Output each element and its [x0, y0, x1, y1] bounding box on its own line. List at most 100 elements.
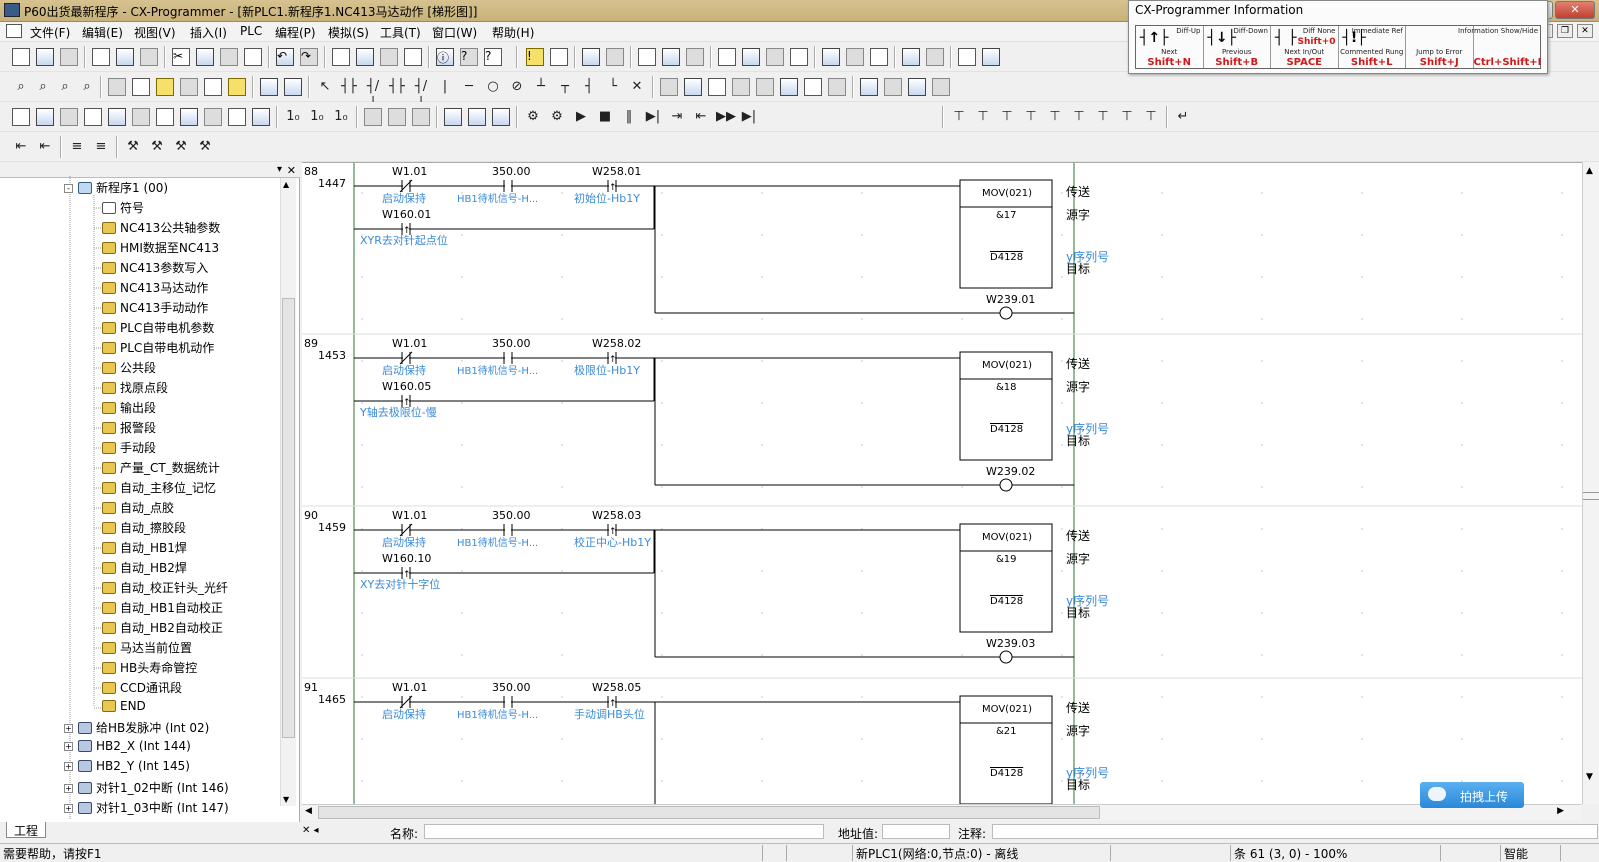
cancel-force-icon[interactable] — [828, 78, 846, 96]
error-log-icon[interactable] — [228, 108, 246, 126]
sim-start-icon[interactable] — [444, 108, 462, 126]
expand-icon[interactable]: + — [64, 762, 73, 771]
coil-icon[interactable]: ○ — [484, 78, 502, 96]
information-window[interactable]: CX-Programmer Information Diff-Up ┤↑├ Next… — [1128, 0, 1548, 74]
mdi-close-button[interactable]: ✕ — [1577, 24, 1593, 38]
pause-icon[interactable] — [662, 48, 680, 66]
scroll-up-icon[interactable]: ▲ — [1586, 166, 1593, 176]
pt-icon[interactable]: ┬ — [556, 78, 574, 96]
sfc-c-icon[interactable]: ⊤ — [998, 108, 1016, 126]
fast-forward-icon[interactable]: ▶▶ — [716, 108, 736, 126]
tree-scroll-down-icon[interactable]: ▼ — [283, 795, 289, 804]
upload-button[interactable]: 拍拽上传 — [1420, 782, 1524, 808]
select-icon[interactable]: ↖ — [316, 78, 334, 96]
download-icon[interactable] — [388, 108, 406, 126]
delete-icon[interactable]: ✕ — [628, 78, 646, 96]
monitor-start-icon[interactable] — [660, 78, 678, 96]
close-button[interactable]: ✕ — [1555, 1, 1595, 19]
undo-icon[interactable]: ↶ — [276, 48, 294, 66]
skip-end-icon[interactable]: ▶| — [740, 108, 758, 126]
tree-item-section[interactable]: NC413手动动作 — [102, 299, 208, 317]
menu-item-9[interactable]: 帮助(H) — [492, 24, 534, 41]
sync-icon[interactable] — [932, 78, 950, 96]
return-icon[interactable]: ↵ — [1174, 108, 1192, 126]
sfc-f-icon[interactable]: ⊤ — [1070, 108, 1088, 126]
contact-nc-icon[interactable]: ┤/├ — [364, 78, 382, 112]
tree-item-section[interactable]: NC413马达动作 — [102, 279, 208, 297]
plc-mode-icon[interactable] — [958, 48, 976, 66]
time-chart-icon[interactable] — [926, 48, 944, 66]
tree-program-node[interactable]: - 新程序1 (00) — [64, 179, 168, 197]
grid-icon[interactable] — [108, 78, 126, 96]
indent-left-icon[interactable]: ⇤ — [12, 138, 30, 156]
tree-scroll-thumb[interactable] — [282, 298, 295, 738]
output-window-icon[interactable] — [36, 108, 54, 126]
tree-item-section[interactable]: 输出段 — [102, 399, 156, 417]
tree-item-interrupt[interactable]: + 对针1_02中断 (Int 146) — [64, 779, 229, 797]
instruction-icon[interactable]: ┴ — [532, 78, 550, 96]
step-in-icon[interactable]: ⇥ — [668, 108, 686, 126]
rung-view-icon[interactable] — [180, 78, 198, 96]
tree-scrollbar[interactable]: ▲ ▼ — [280, 178, 296, 806]
memory2-icon[interactable] — [204, 108, 222, 126]
step-out-icon[interactable]: ⇤ — [692, 108, 710, 126]
tree-item-section[interactable]: 自动_HB1自动校正 — [102, 599, 223, 617]
info-icon[interactable]: ⓘ — [436, 48, 454, 66]
new-file-icon[interactable] — [12, 48, 30, 66]
sfc-d-icon[interactable]: ⊤ — [1022, 108, 1040, 126]
tree-item-section[interactable]: 马达当前位置 — [102, 639, 192, 657]
check-icon[interactable] — [582, 48, 600, 66]
project-window-icon[interactable] — [12, 108, 30, 126]
sim-a-icon[interactable]: ⚙ — [524, 108, 542, 126]
menu-item-7[interactable]: 工具(T) — [380, 24, 421, 41]
align-icon[interactable]: ≡ — [68, 138, 86, 156]
compile-icon[interactable] — [550, 48, 568, 66]
io-table-icon[interactable] — [822, 48, 840, 66]
menu-item-1[interactable]: 编辑(E) — [82, 24, 123, 41]
io-table2-icon[interactable] — [156, 108, 174, 126]
tree-scroll-up-icon[interactable]: ▲ — [283, 180, 289, 189]
edit-online-icon[interactable] — [742, 48, 760, 66]
stop-icon[interactable]: ■ — [596, 108, 614, 126]
tree-item-section[interactable]: CCD通讯段 — [102, 679, 182, 697]
replace-all-icon[interactable] — [404, 48, 422, 66]
data-trace-icon[interactable] — [902, 48, 920, 66]
sim-b-icon[interactable]: ⚙ — [548, 108, 566, 126]
zoom-out-icon[interactable]: ⌕ — [56, 78, 74, 96]
program-check-icon[interactable] — [252, 108, 270, 126]
redo-icon[interactable]: ↷ — [300, 48, 318, 66]
reset-icon[interactable] — [756, 78, 774, 96]
print-setup-icon[interactable] — [140, 48, 158, 66]
copy-icon[interactable] — [196, 48, 214, 66]
menu-item-5[interactable]: 编程(P) — [275, 24, 316, 41]
force-on-icon[interactable] — [780, 78, 798, 96]
menu-item-6[interactable]: 模拟(S) — [328, 24, 369, 41]
zoom-fit-icon[interactable]: ⌕ — [34, 78, 52, 96]
menu-item-2[interactable]: 视图(V) — [134, 24, 176, 41]
compare-icon[interactable] — [718, 48, 736, 66]
play-icon[interactable]: ▶ — [572, 108, 590, 126]
mdi-restore-button[interactable]: ❐ — [1557, 24, 1573, 38]
upload-icon[interactable] — [364, 108, 382, 126]
scroll-down-icon[interactable]: ▼ — [1586, 772, 1593, 782]
horizontal-icon[interactable]: ─ — [460, 78, 478, 96]
monitor-stop-icon[interactable] — [684, 78, 702, 96]
tree-item-section[interactable]: 手动段 — [102, 439, 156, 457]
sim-setting-icon[interactable] — [492, 108, 510, 126]
vertical-icon[interactable]: | — [436, 78, 454, 96]
expand-icon[interactable]: + — [64, 742, 73, 751]
cancel-edit-icon[interactable] — [908, 78, 926, 96]
tree-item-section[interactable]: PLC自带电机动作 — [102, 339, 214, 357]
sfc-h-icon[interactable]: ⊤ — [1118, 108, 1136, 126]
tree-item-section[interactable]: 自动_HB2自动校正 — [102, 619, 223, 637]
sim-stop-icon[interactable] — [468, 108, 486, 126]
address-field[interactable] — [882, 824, 950, 839]
menu-item-4[interactable]: PLC — [240, 24, 262, 38]
split-handle[interactable] — [1583, 492, 1599, 500]
scroll-right-icon[interactable]: ▶ — [1557, 806, 1564, 816]
print-preview-icon[interactable] — [92, 48, 110, 66]
list-icon[interactable] — [156, 78, 174, 96]
online-icon[interactable] — [638, 48, 656, 66]
verify-icon[interactable] — [412, 108, 430, 126]
expand-icon[interactable]: + — [64, 784, 73, 793]
